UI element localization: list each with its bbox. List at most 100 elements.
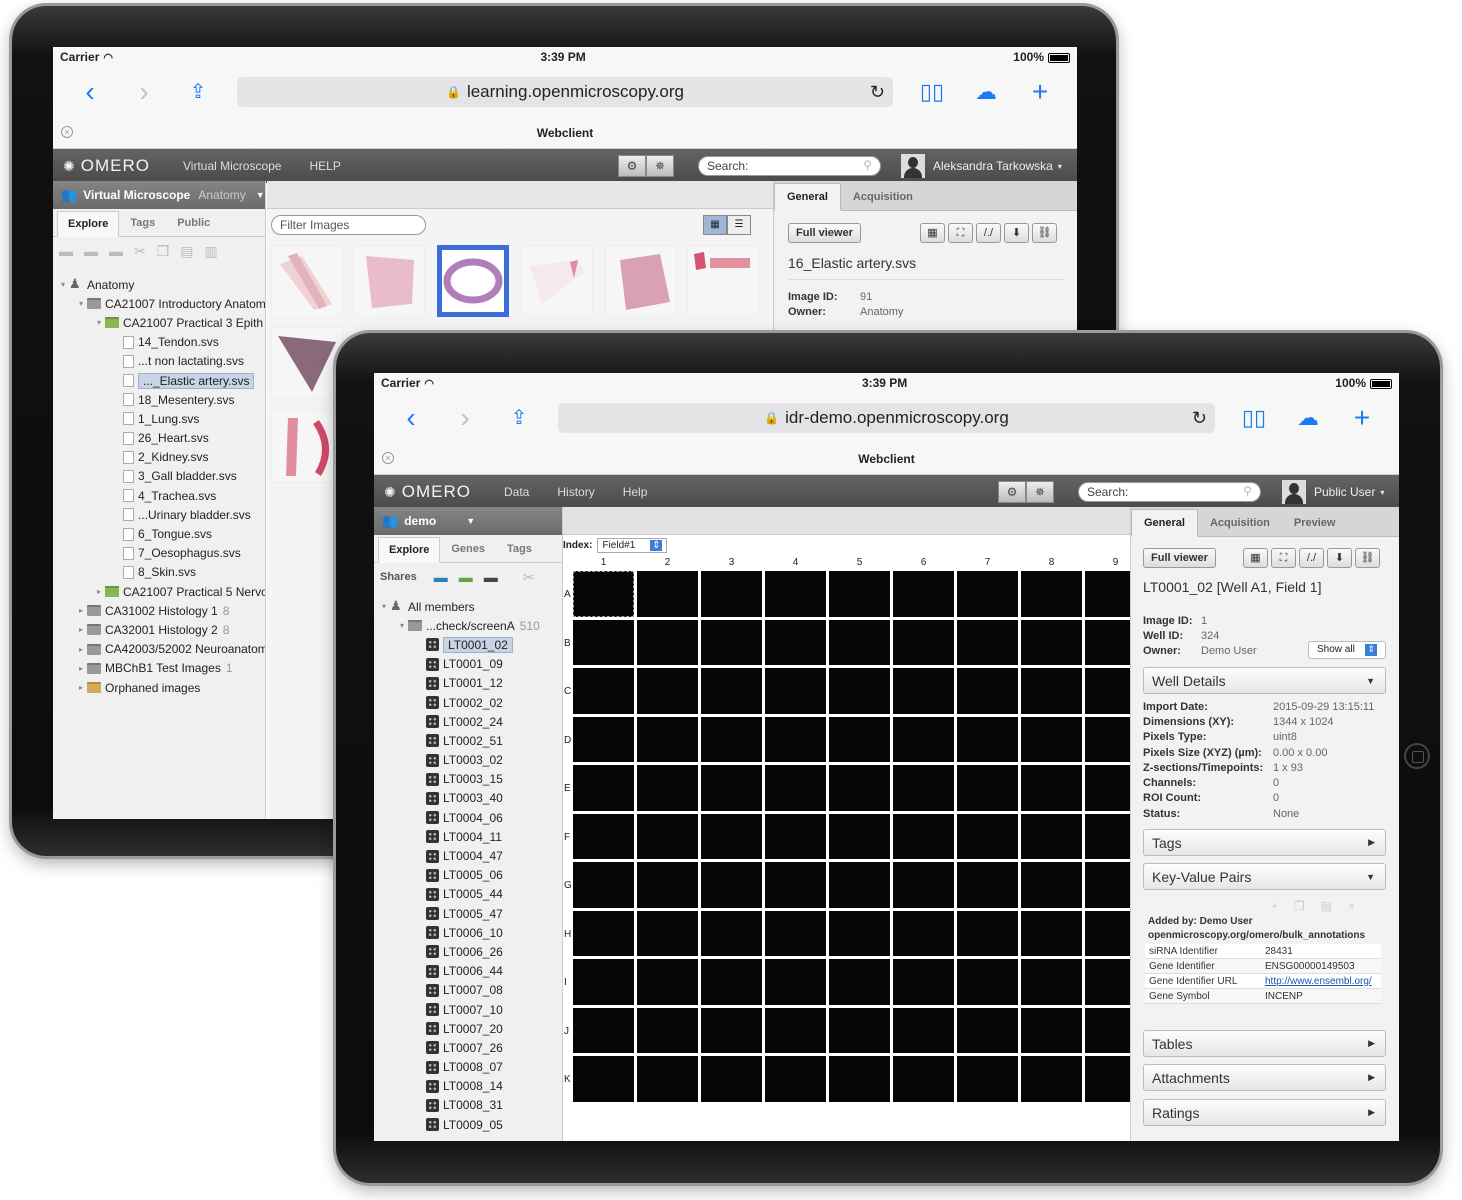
tree-image-item[interactable]: 26_Heart.svs xyxy=(57,429,265,448)
paste-icon[interactable]: ▤ xyxy=(1321,899,1332,913)
activities-icon[interactable]: ✵ xyxy=(646,155,674,177)
plate-well[interactable] xyxy=(765,1056,826,1102)
hierarchy-icon[interactable]: ⛶ xyxy=(1271,548,1296,568)
download-icon[interactable]: ⬇ xyxy=(1327,548,1352,568)
tree-image-item[interactable]: LT0002_51 xyxy=(378,731,540,750)
tree-container-item[interactable]: ▾ CA21007 Practical 3 Epith C xyxy=(57,313,265,332)
nav-help[interactable]: Help xyxy=(623,485,648,499)
hierarchy-icon[interactable]: ⛶ xyxy=(948,223,973,243)
plate-well[interactable] xyxy=(573,813,634,859)
address-bar[interactable]: 🔒 learning.openmicroscopy.org ↻ xyxy=(237,77,893,107)
tree-container-item[interactable]: ▾ CA21007 Introductory Anatomy xyxy=(57,294,265,313)
tree-image-item[interactable]: LT0002_24 xyxy=(378,712,540,731)
plate-well[interactable] xyxy=(893,716,954,762)
scripts-icon[interactable]: ⚙ xyxy=(618,155,646,177)
plate-well[interactable] xyxy=(765,668,826,714)
plate-well[interactable] xyxy=(1085,862,1130,908)
tree-image-item[interactable]: LT0007_20 xyxy=(378,1019,540,1038)
plate-well[interactable] xyxy=(701,716,762,762)
thumbnail-selected[interactable] xyxy=(437,245,509,317)
plate-well[interactable] xyxy=(1085,765,1130,811)
paste-icon[interactable]: ▤ xyxy=(180,243,193,260)
nav-virtual-microscope[interactable]: Virtual Microscope xyxy=(183,159,281,173)
new-dataset-icon[interactable]: ▬ xyxy=(84,243,98,259)
tab-acquisition[interactable]: Acquisition xyxy=(841,184,925,210)
tab-explore[interactable]: Explore xyxy=(57,211,120,237)
plate-well[interactable] xyxy=(701,862,762,908)
plate-well[interactable] xyxy=(637,959,698,1005)
plate-well[interactable] xyxy=(701,1056,762,1102)
plate-well[interactable] xyxy=(1085,619,1130,665)
key-value-pairs-toggle[interactable]: Key-Value Pairs ▼ xyxy=(1143,863,1386,890)
nav-history[interactable]: History xyxy=(557,485,594,499)
plate-well[interactable] xyxy=(701,765,762,811)
full-viewer-button[interactable]: Full viewer xyxy=(1143,548,1216,568)
tree-image-item[interactable]: 4_Trachea.svs xyxy=(57,486,265,505)
tree-image-item[interactable]: LT0004_06 xyxy=(378,808,540,827)
plate-well[interactable] xyxy=(573,668,634,714)
back-arrow-icon[interactable]: ‹ xyxy=(63,77,117,107)
scripts-icon[interactable]: ⚙ xyxy=(998,481,1026,503)
plate-well[interactable] xyxy=(637,813,698,859)
plate-well[interactable] xyxy=(957,668,1018,714)
tree-image-item[interactable]: LT0005_47 xyxy=(378,904,540,923)
tree-image-item[interactable]: LT0005_06 xyxy=(378,866,540,885)
cut-icon[interactable]: ✂ xyxy=(134,243,146,260)
tree-container-item[interactable]: ▸ MBChB1 Test Images 1 xyxy=(57,659,265,678)
tree-container-item[interactable]: ▾ ♟ All members xyxy=(378,597,540,616)
plate-well[interactable] xyxy=(957,716,1018,762)
tree-image-item[interactable]: LT0003_02 xyxy=(378,751,540,770)
plate-well[interactable] xyxy=(893,862,954,908)
plate-well[interactable] xyxy=(957,765,1018,811)
tree-image-item[interactable]: LT0008_31 xyxy=(378,1096,540,1115)
plate-well[interactable] xyxy=(637,716,698,762)
plate-well[interactable] xyxy=(765,571,826,617)
plate-well[interactable] xyxy=(1021,1056,1082,1102)
plate-well[interactable] xyxy=(765,959,826,1005)
plate-well[interactable] xyxy=(701,619,762,665)
plate-well[interactable] xyxy=(701,813,762,859)
tree-container-item[interactable]: ▸ CA31002 Histology 1 8 xyxy=(57,601,265,620)
ratings-toggle[interactable]: Ratings ▶ xyxy=(1143,1099,1386,1126)
omero-logo[interactable]: ✺ OMERO xyxy=(374,482,494,502)
plate-well[interactable] xyxy=(893,668,954,714)
plate-well[interactable] xyxy=(1085,1056,1130,1102)
plate-well[interactable] xyxy=(765,619,826,665)
cloud-tabs-icon[interactable]: ☁ xyxy=(959,77,1013,107)
tree-image-item[interactable]: 18_Mesentery.svs xyxy=(57,390,265,409)
group-selector[interactable]: 👥 Virtual Microscope Anatomy ▼ xyxy=(53,181,265,209)
plate-well[interactable] xyxy=(829,862,890,908)
expand-down-icon[interactable]: ▾ xyxy=(57,280,69,289)
address-bar[interactable]: 🔒 idr-demo.openmicroscopy.org ↻ xyxy=(558,403,1215,433)
plate-well[interactable] xyxy=(637,1007,698,1053)
tree-container-item[interactable]: ▾ ♟ Anatomy xyxy=(57,275,265,294)
tree-image-item[interactable]: LT0005_44 xyxy=(378,885,540,904)
new-dataset-icon[interactable]: ▬ xyxy=(459,569,473,585)
plate-well[interactable] xyxy=(765,765,826,811)
expand-down-icon[interactable]: ▾ xyxy=(396,621,408,630)
plate-well[interactable] xyxy=(573,1056,634,1102)
plate-well[interactable] xyxy=(893,765,954,811)
delete-icon[interactable]: × xyxy=(1348,899,1355,913)
expand-right-icon[interactable]: ▸ xyxy=(75,606,87,615)
tab-explore[interactable]: Explore xyxy=(378,537,441,563)
plate-well[interactable] xyxy=(829,668,890,714)
tree-container-item[interactable]: ▸ CA21007 Practical 5 Nervou xyxy=(57,582,265,601)
tree-image-item[interactable]: LT0004_11 xyxy=(378,827,540,846)
cloud-tabs-icon[interactable]: ☁ xyxy=(1281,403,1335,433)
tree-container-item[interactable]: ▸ CA32001 Histology 2 8 xyxy=(57,620,265,639)
share-icon[interactable]: ⇪ xyxy=(492,403,546,433)
tree-image-item[interactable]: 7_Oesophagus.svs xyxy=(57,544,265,563)
delete-icon[interactable]: ▥ xyxy=(205,243,218,260)
plate-well[interactable] xyxy=(829,619,890,665)
tree-image-item[interactable]: LT0008_07 xyxy=(378,1058,540,1077)
plate-well[interactable] xyxy=(637,571,698,617)
plate-well[interactable] xyxy=(573,862,634,908)
tab-tags[interactable]: Tags xyxy=(496,536,543,562)
plate-well[interactable] xyxy=(637,910,698,956)
expand-right-icon[interactable]: ▸ xyxy=(75,683,87,692)
plate-well[interactable] xyxy=(893,571,954,617)
plate-well[interactable] xyxy=(957,619,1018,665)
expand-right-icon[interactable]: ▸ xyxy=(75,625,87,634)
home-button[interactable] xyxy=(1404,743,1430,769)
